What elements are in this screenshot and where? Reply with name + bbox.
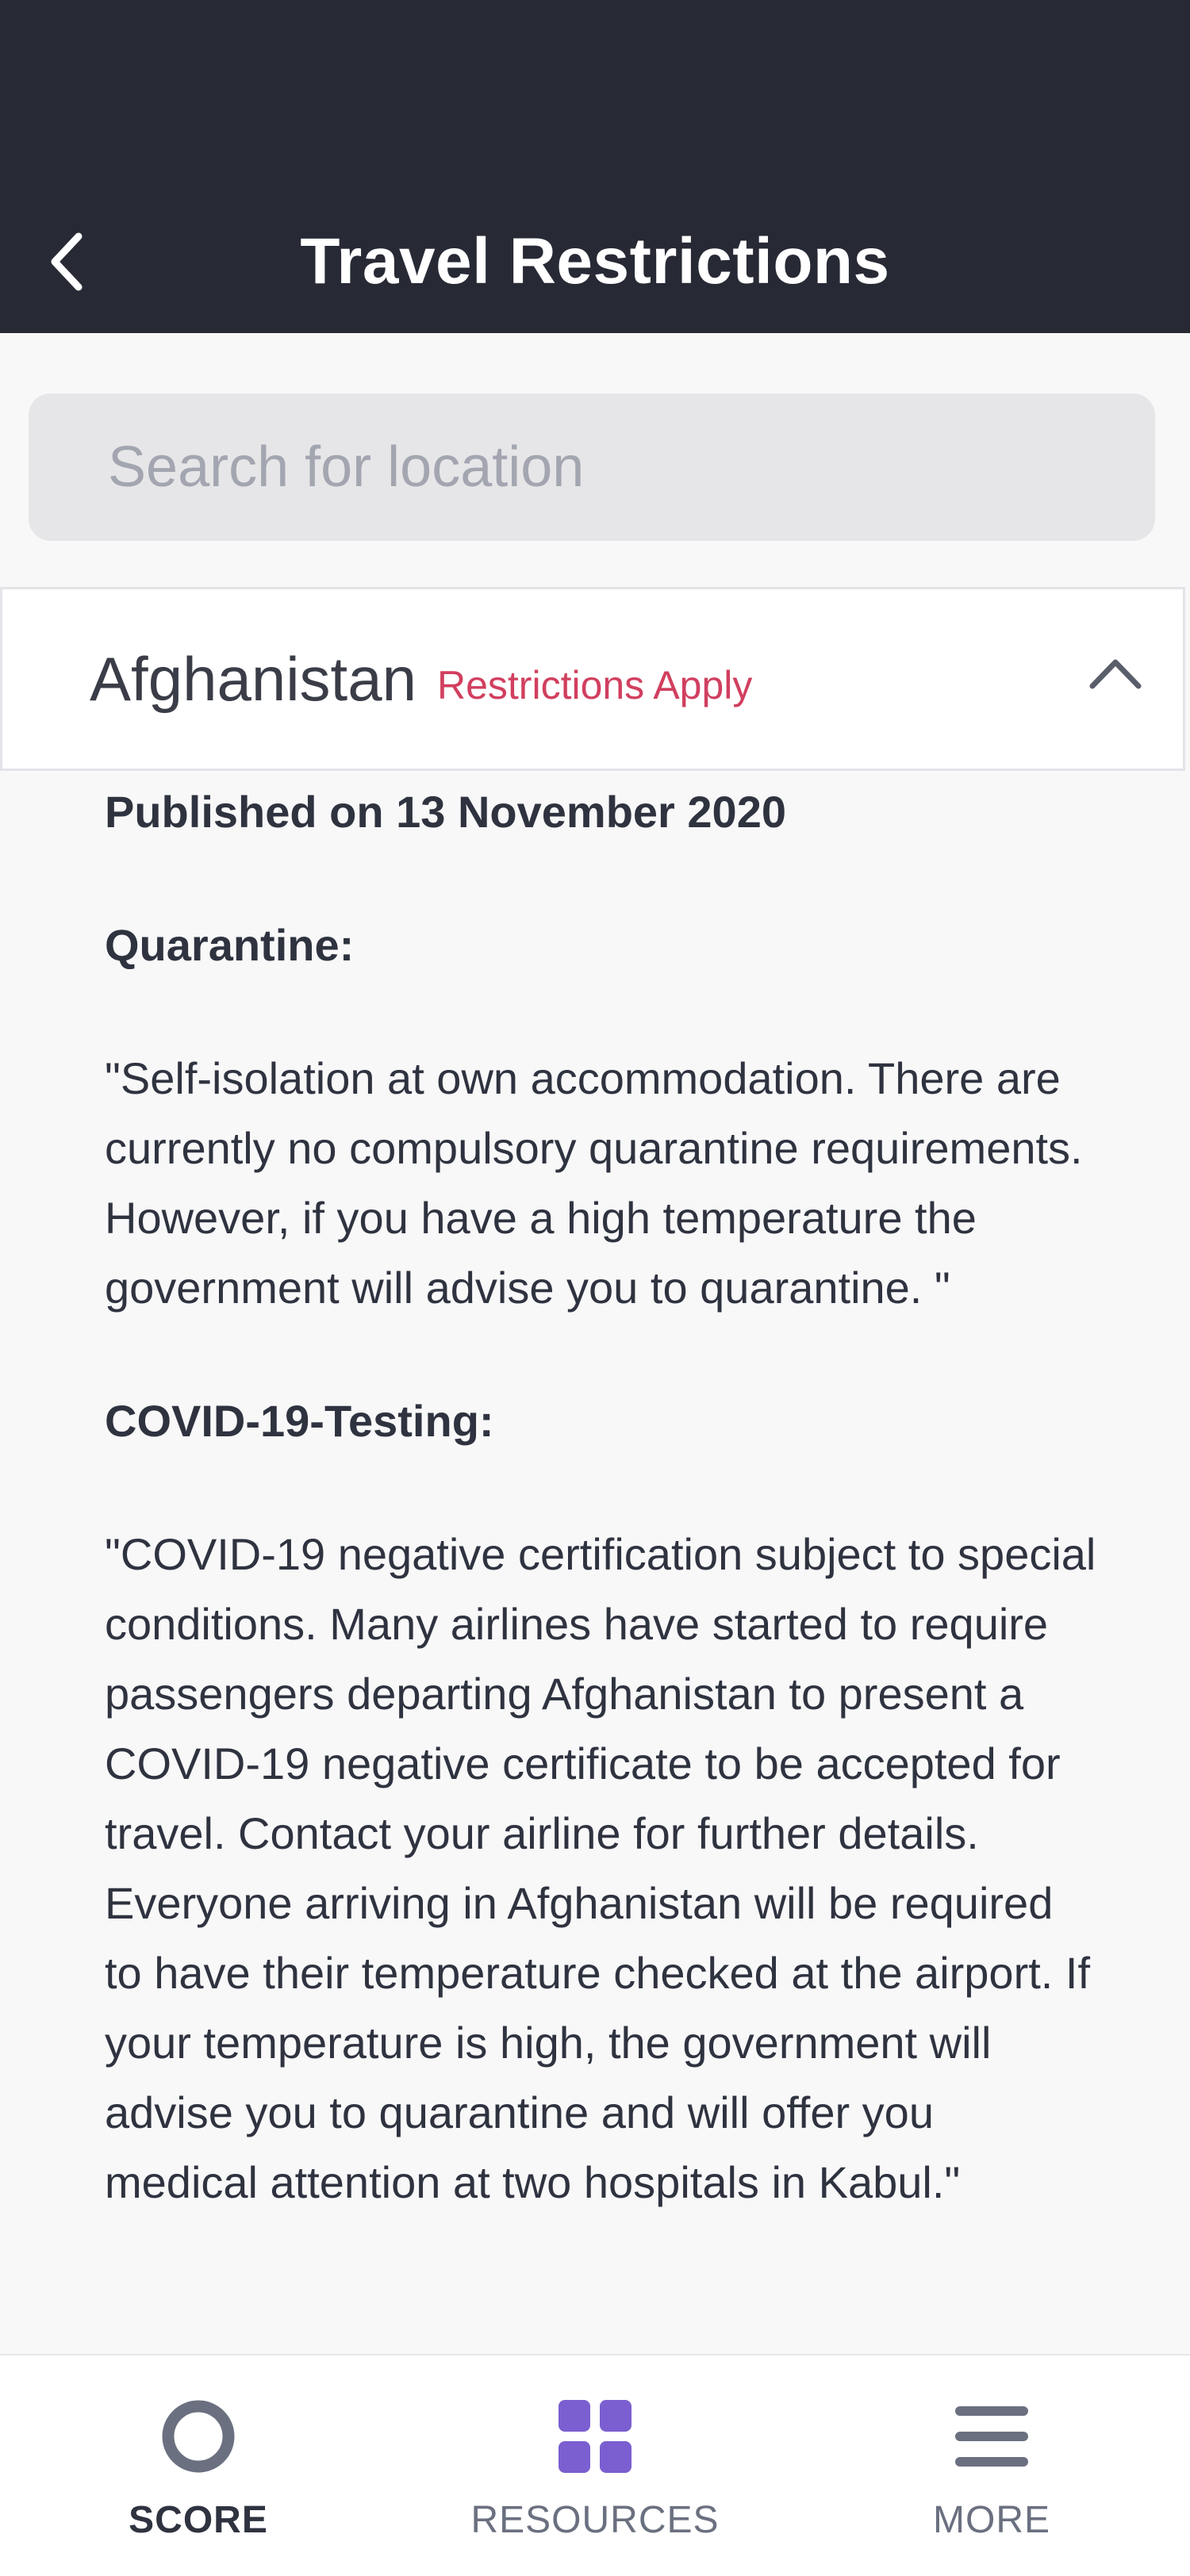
bottom-navigation: SCORE RESOURCES MORE xyxy=(0,2354,1190,2576)
nav-item-score[interactable]: SCORE xyxy=(0,2356,397,2576)
country-name: Afghanistan xyxy=(90,644,416,714)
chevron-up-icon[interactable] xyxy=(1080,637,1151,708)
search-input[interactable] xyxy=(29,393,1155,541)
country-accordion-header[interactable]: Afghanistan Restrictions Apply xyxy=(0,587,1185,771)
restriction-details: Published on 13 November 2020 Quarantine… xyxy=(105,777,1096,2281)
nav-label-resources: RESOURCES xyxy=(470,2499,720,2541)
published-date: Published on 13 November 2020 xyxy=(105,787,786,837)
section-body-testing: "COVID-19 negative certification subject… xyxy=(105,1529,1096,2207)
search-box xyxy=(29,393,1155,541)
section-heading-quarantine: Quarantine: xyxy=(105,920,355,970)
nav-label-score: SCORE xyxy=(129,2499,268,2541)
section-body-quarantine: "Self-isolation at own accommodation. Th… xyxy=(105,1053,1083,1313)
nav-label-more: MORE xyxy=(933,2499,1050,2541)
section-heading-testing: COVID-19-Testing: xyxy=(105,1396,494,1446)
grid-icon xyxy=(559,2400,631,2473)
app-header: Travel Restrictions xyxy=(0,0,1190,333)
page-title: Travel Restrictions xyxy=(300,225,890,297)
score-ring-icon xyxy=(162,2400,235,2473)
restriction-status-badge: Restrictions Apply xyxy=(437,663,753,707)
nav-item-more[interactable]: MORE xyxy=(793,2356,1190,2576)
hamburger-menu-icon xyxy=(955,2406,1028,2467)
nav-item-resources[interactable]: RESOURCES xyxy=(397,2356,793,2576)
